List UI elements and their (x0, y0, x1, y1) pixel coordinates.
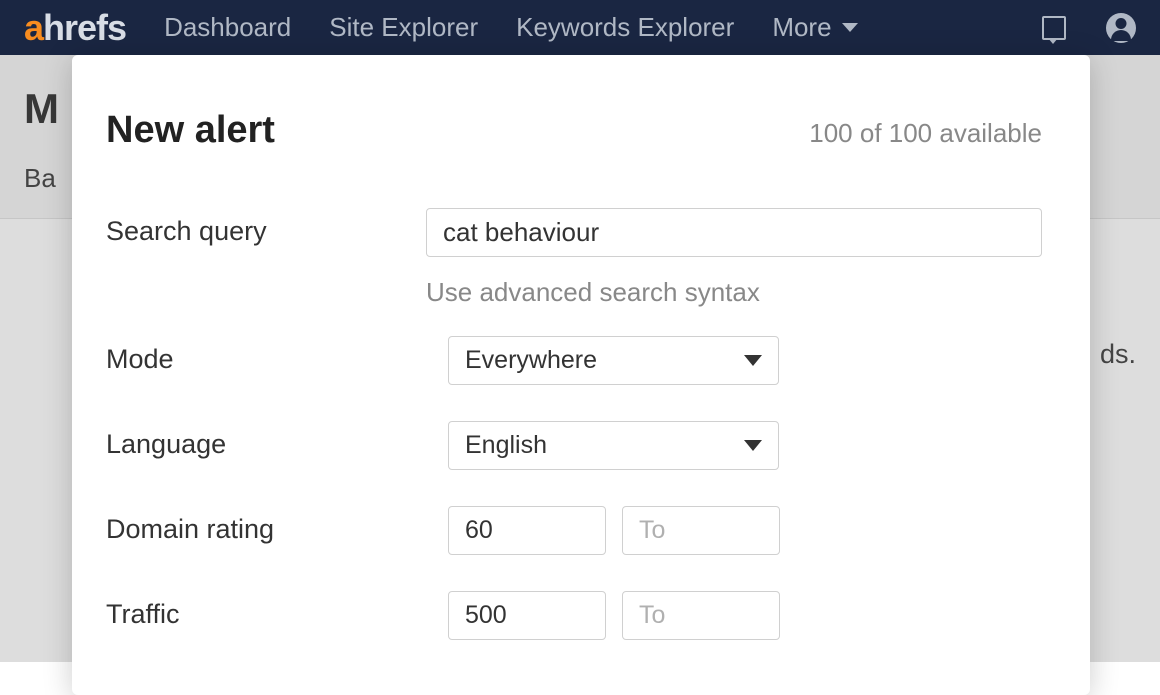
chevron-down-icon (842, 23, 858, 32)
avatar[interactable] (1106, 13, 1136, 43)
label-domain-rating: Domain rating (106, 506, 448, 545)
chevron-down-icon (744, 355, 762, 366)
nav-more[interactable]: More (772, 12, 857, 43)
row-domain-rating: Domain rating (106, 506, 1042, 555)
row-language: Language English (106, 421, 1042, 470)
traffic-to-input[interactable] (622, 591, 780, 640)
language-select[interactable]: English (448, 421, 779, 470)
row-mode: Mode Everywhere (106, 336, 1042, 385)
chevron-down-icon (744, 440, 762, 451)
advanced-syntax-link[interactable]: Use advanced search syntax (426, 277, 1042, 308)
modal-counter: 100 of 100 available (809, 118, 1042, 149)
nav-more-label: More (772, 12, 831, 43)
nav-site-explorer[interactable]: Site Explorer (329, 12, 478, 43)
nav-keywords-explorer[interactable]: Keywords Explorer (516, 12, 734, 43)
logo-part-hrefs: hrefs (43, 7, 126, 48)
new-alert-modal: New alert 100 of 100 available Search qu… (72, 55, 1090, 695)
search-query-input[interactable] (426, 208, 1042, 257)
notification-icon[interactable] (1042, 16, 1066, 40)
modal-title: New alert (106, 109, 275, 152)
mode-select-value: Everywhere (465, 346, 597, 375)
nav-dashboard[interactable]: Dashboard (164, 12, 291, 43)
language-select-value: English (465, 431, 547, 460)
label-mode: Mode (106, 336, 448, 375)
row-traffic: Traffic (106, 591, 1042, 640)
label-traffic: Traffic (106, 591, 448, 630)
modal-header: New alert 100 of 100 available (106, 109, 1042, 152)
label-search-query: Search query (106, 208, 426, 247)
dr-from-input[interactable] (448, 506, 606, 555)
label-language: Language (106, 421, 448, 460)
logo[interactable]: ahrefs (24, 10, 126, 46)
top-navbar: ahrefs Dashboard Site Explorer Keywords … (0, 0, 1160, 55)
row-search-query: Search query Use advanced search syntax (106, 208, 1042, 308)
traffic-from-input[interactable] (448, 591, 606, 640)
mode-select[interactable]: Everywhere (448, 336, 779, 385)
nav-right (1042, 13, 1136, 43)
logo-part-a: a (24, 7, 43, 48)
dr-to-input[interactable] (622, 506, 780, 555)
